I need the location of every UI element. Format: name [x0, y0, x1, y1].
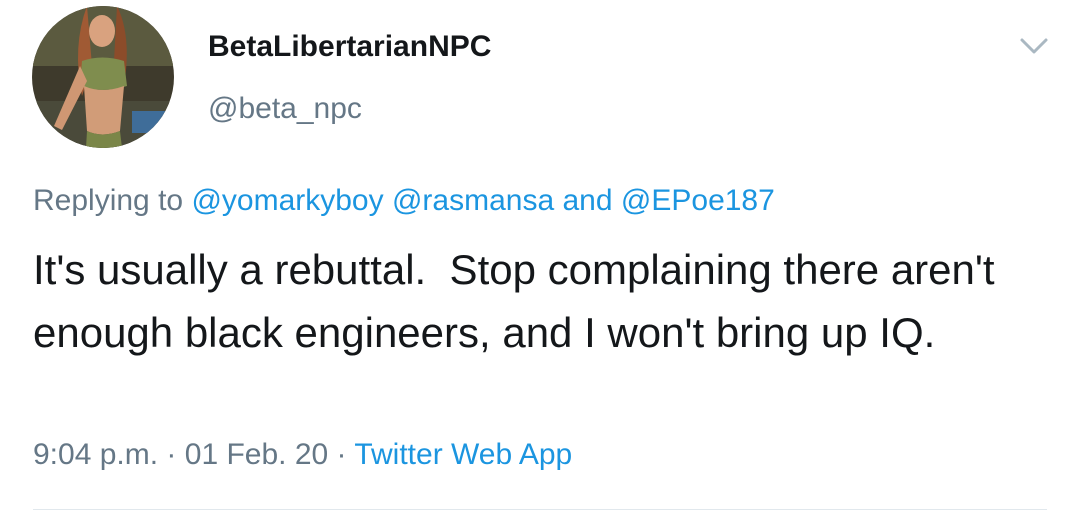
tweet-meta: 9:04 p.m. · 01 Feb. 20 · Twitter Web App — [33, 438, 572, 472]
mention-link[interactable]: @yomarkyboy — [191, 184, 383, 217]
separator: · — [336, 438, 347, 471]
replying-to-label: Replying to — [33, 184, 184, 217]
divider — [33, 509, 1047, 510]
username[interactable]: @beta_npc — [208, 92, 362, 126]
avatar-photo — [32, 6, 174, 148]
display-name[interactable]: BetaLibertarianNPC — [208, 30, 491, 64]
avatar[interactable] — [32, 6, 174, 148]
separator: · — [166, 438, 177, 471]
tweet-text: It's usually a rebuttal. Stop complainin… — [33, 246, 1007, 356]
mention-link[interactable]: @EPoe187 — [621, 184, 775, 217]
tweet-date[interactable]: 01 Feb. 20 — [185, 438, 328, 471]
tweet-source-link[interactable]: Twitter Web App — [354, 438, 572, 471]
chevron-down-icon[interactable] — [1012, 26, 1056, 66]
mention-link[interactable]: @rasmansa — [392, 184, 554, 217]
mention-conjunction[interactable]: and — [563, 184, 613, 217]
tweet-time[interactable]: 9:04 p.m. — [33, 438, 158, 471]
replying-to: Replying to @yomarkyboy @rasmansa and @E… — [33, 184, 775, 218]
